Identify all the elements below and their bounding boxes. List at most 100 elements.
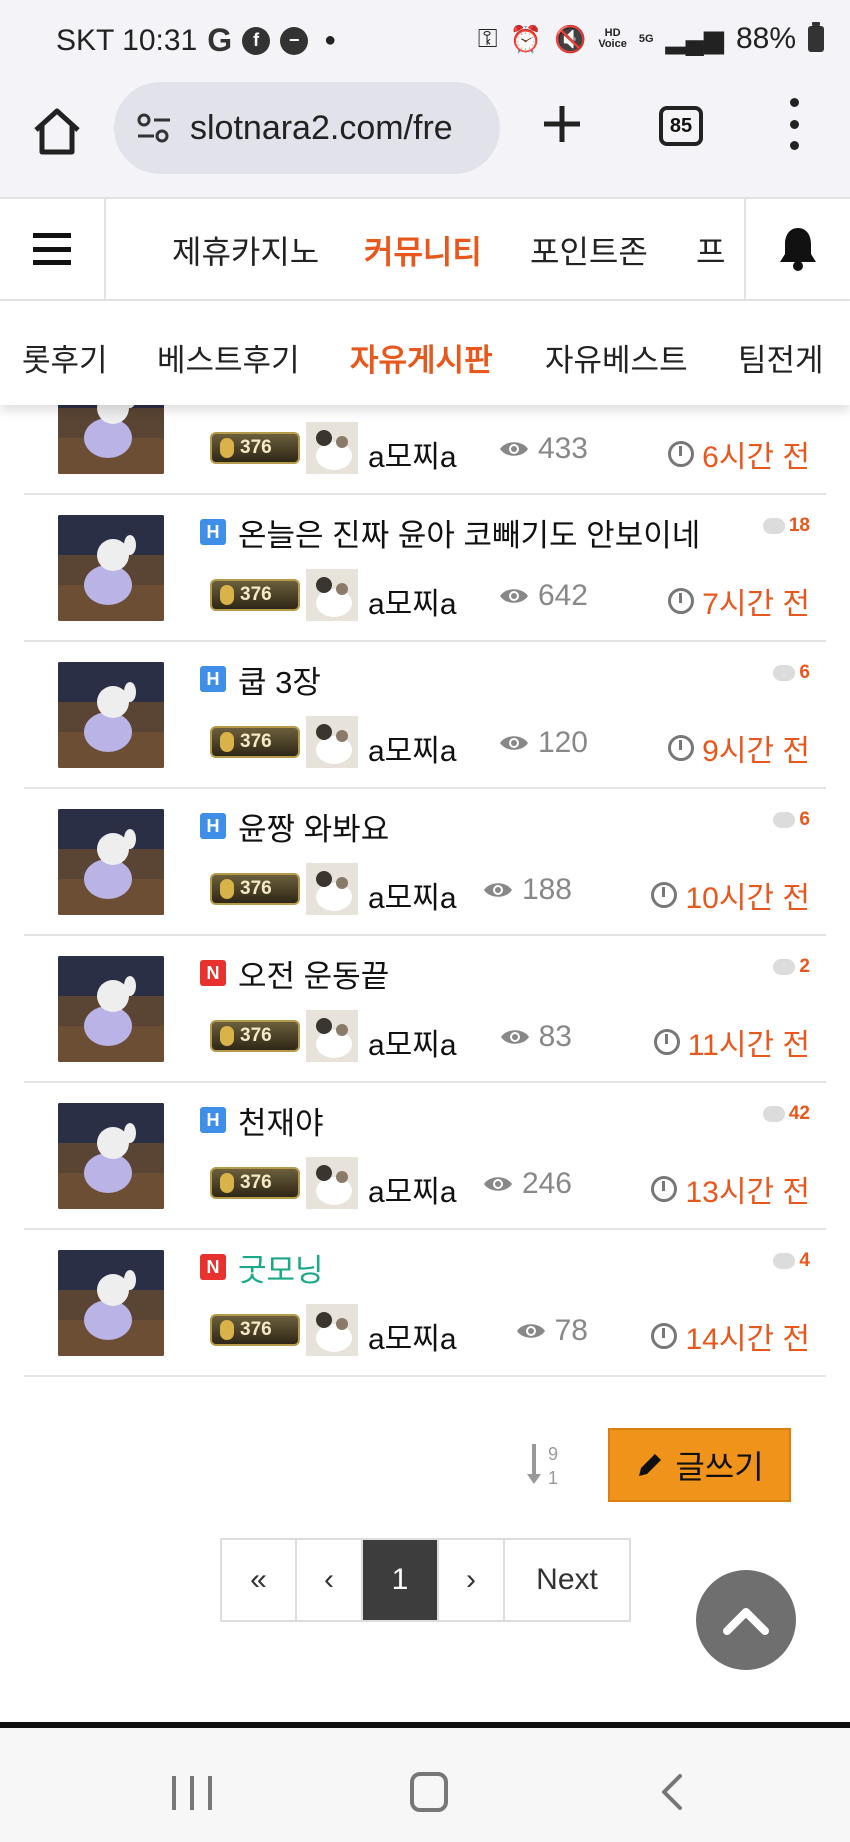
post-title[interactable]: 천재야 — [238, 1098, 324, 1143]
subnav-item-review[interactable]: 롯후기 — [22, 335, 108, 380]
level-value: 376 — [240, 1025, 272, 1046]
site-settings-icon[interactable] — [134, 108, 174, 148]
eye-icon — [499, 589, 528, 603]
sort-order-icon[interactable]: 9 1 — [524, 1440, 564, 1488]
clock-icon — [651, 1323, 678, 1349]
home-icon[interactable] — [30, 104, 84, 158]
coin-icon — [220, 1320, 234, 1340]
address-bar[interactable]: slotnara2.com/fre — [114, 82, 500, 174]
page-current-button[interactable]: 1 — [363, 1540, 439, 1620]
new-tab-icon[interactable] — [540, 102, 584, 146]
post-meta: 376 a모찌a 642 7시간 전 — [210, 569, 810, 621]
author-name[interactable]: a모찌a — [368, 1020, 457, 1064]
post-title[interactable]: 굿모닝 — [238, 1245, 324, 1290]
post-row[interactable]: H 윤짱 와봐요 6 376 a모찌a 188 10시간 전 — [24, 789, 826, 936]
post-row[interactable]: H 온늘은 진짜 윤아 코빼기도 안보이네 18 376 a모찌a 642 7시… — [24, 495, 826, 642]
post-time-value: 14시간 전 — [685, 1323, 810, 1356]
sub-navigation: 롯후기 베스트후기 자유게시판 자유베스트 팀전게 — [0, 301, 850, 405]
subnav-item-team-game[interactable]: 팀전게 — [738, 335, 824, 380]
write-post-label: 글쓰기 — [675, 1449, 764, 1485]
post-title[interactable]: 오전 운동끝 — [238, 951, 389, 996]
nav-item-partner-casino[interactable]: 제휴카지노 — [172, 227, 319, 273]
nav-item-point-zone[interactable]: 포인트존 — [530, 227, 648, 273]
comment-count: 4 — [773, 1250, 810, 1272]
post-title[interactable]: 쿱 3장 — [238, 657, 321, 702]
level-badge: 376 — [210, 432, 300, 464]
avatar[interactable] — [306, 1010, 358, 1062]
subnav-item-best-review[interactable]: 베스트후기 — [157, 335, 300, 380]
signal-icon: ▂▄▆ — [665, 23, 724, 54]
more-menu-icon[interactable] — [784, 98, 804, 150]
post-title-row[interactable]: H 천재야 — [200, 1101, 810, 1141]
post-time: 14시간 전 — [651, 1314, 810, 1358]
nav-item-community[interactable]: 커뮤니티 — [364, 227, 482, 273]
post-time-value: 7시간 전 — [702, 588, 810, 621]
avatar[interactable] — [306, 1157, 358, 1209]
author-name[interactable]: a모찌a — [368, 873, 457, 917]
avatar[interactable] — [306, 569, 358, 621]
avatar[interactable] — [306, 716, 358, 768]
post-title-row[interactable]: H 쿱 3장 — [200, 660, 810, 700]
recent-apps-icon[interactable] — [172, 1776, 212, 1810]
page-first-button[interactable]: « — [222, 1540, 297, 1620]
post-title-row[interactable]: H 윤짱 와봐요 — [200, 807, 810, 847]
eye-icon — [516, 1324, 545, 1338]
level-value: 376 — [240, 878, 272, 899]
post-row[interactable]: H 천재야 42 376 a모찌a 246 13시간 전 — [24, 1083, 826, 1230]
mute-icon: 🔇 — [553, 23, 587, 54]
page-next-button[interactable]: Next — [505, 1540, 629, 1620]
avatar[interactable] — [306, 863, 358, 915]
pagination: « ‹ 1 › Next — [220, 1538, 631, 1622]
avatar[interactable] — [306, 422, 358, 474]
post-badge-icon: H — [200, 1107, 226, 1133]
author-name[interactable]: a모찌a — [368, 579, 457, 623]
hamburger-menu-button[interactable] — [0, 199, 106, 299]
comment-icon — [762, 1106, 785, 1122]
author-name[interactable]: a모찌a — [368, 726, 457, 770]
post-thumbnail[interactable] — [58, 1103, 164, 1209]
subnav-item-free-board[interactable]: 자유게시판 — [350, 335, 493, 380]
post-title-row[interactable]: N 오전 운동끝 — [200, 954, 810, 994]
author-name[interactable]: a모찌a — [368, 1314, 457, 1358]
view-count-value: 642 — [537, 579, 588, 612]
view-count: 83 — [499, 1020, 572, 1054]
comment-count-value: 2 — [799, 956, 810, 977]
subnav-item-free-best[interactable]: 자유베스트 — [545, 335, 688, 380]
page-prev-button[interactable]: ‹ — [297, 1540, 363, 1620]
post-time: 9시간 전 — [668, 726, 810, 770]
write-post-button[interactable]: 글쓰기 — [608, 1428, 791, 1502]
post-meta: 376 a모찌a 246 13시간 전 — [210, 1157, 810, 1209]
avatar[interactable] — [306, 1304, 358, 1356]
view-count: 188 — [482, 873, 572, 907]
post-thumbnail[interactable] — [58, 662, 164, 768]
nav-item-more[interactable]: 프 — [696, 227, 725, 273]
post-title-row[interactable]: N 굿모닝 — [200, 1248, 810, 1288]
post-meta: 376 a모찌a 83 11시간 전 — [210, 1010, 810, 1062]
eye-icon — [499, 736, 528, 750]
author-name[interactable]: a모찌a — [368, 1167, 457, 1211]
post-row[interactable]: H 천재야 됩니 77 376 — [24, 400, 826, 495]
comment-icon — [773, 959, 796, 975]
post-thumbnail[interactable] — [58, 400, 164, 474]
scroll-to-top-button[interactable] — [696, 1570, 796, 1670]
alarm-icon: ⏰ — [509, 23, 542, 54]
eye-icon — [499, 442, 528, 456]
post-badge-icon: N — [200, 960, 226, 986]
post-thumbnail[interactable] — [58, 515, 164, 621]
tab-switcher-button[interactable]: 85 — [659, 106, 703, 146]
post-title-row[interactable]: H 온늘은 진짜 윤아 코빼기도 안보이네 — [200, 513, 810, 553]
browser-toolbar: slotnara2.com/fre 85 — [0, 82, 850, 197]
back-icon[interactable] — [652, 1772, 692, 1812]
post-row[interactable]: H 쿱 3장 6 376 a모찌a 120 9시간 전 — [24, 642, 826, 789]
notification-button[interactable] — [744, 199, 850, 299]
post-thumbnail[interactable] — [58, 956, 164, 1062]
system-home-icon[interactable] — [410, 1772, 448, 1812]
post-title[interactable]: 윤짱 와봐요 — [238, 804, 389, 849]
post-thumbnail[interactable] — [58, 1250, 164, 1356]
post-row[interactable]: N 굿모닝 4 376 a모찌a 78 14시간 전 — [24, 1230, 826, 1377]
post-title[interactable]: 온늘은 진짜 윤아 코빼기도 안보이네 — [238, 510, 700, 555]
post-row[interactable]: N 오전 운동끝 2 376 a모찌a 83 11시간 전 — [24, 936, 826, 1083]
page-next-arrow-button[interactable]: › — [439, 1540, 505, 1620]
post-thumbnail[interactable] — [58, 809, 164, 915]
author-name[interactable]: a모찌a — [368, 432, 457, 476]
